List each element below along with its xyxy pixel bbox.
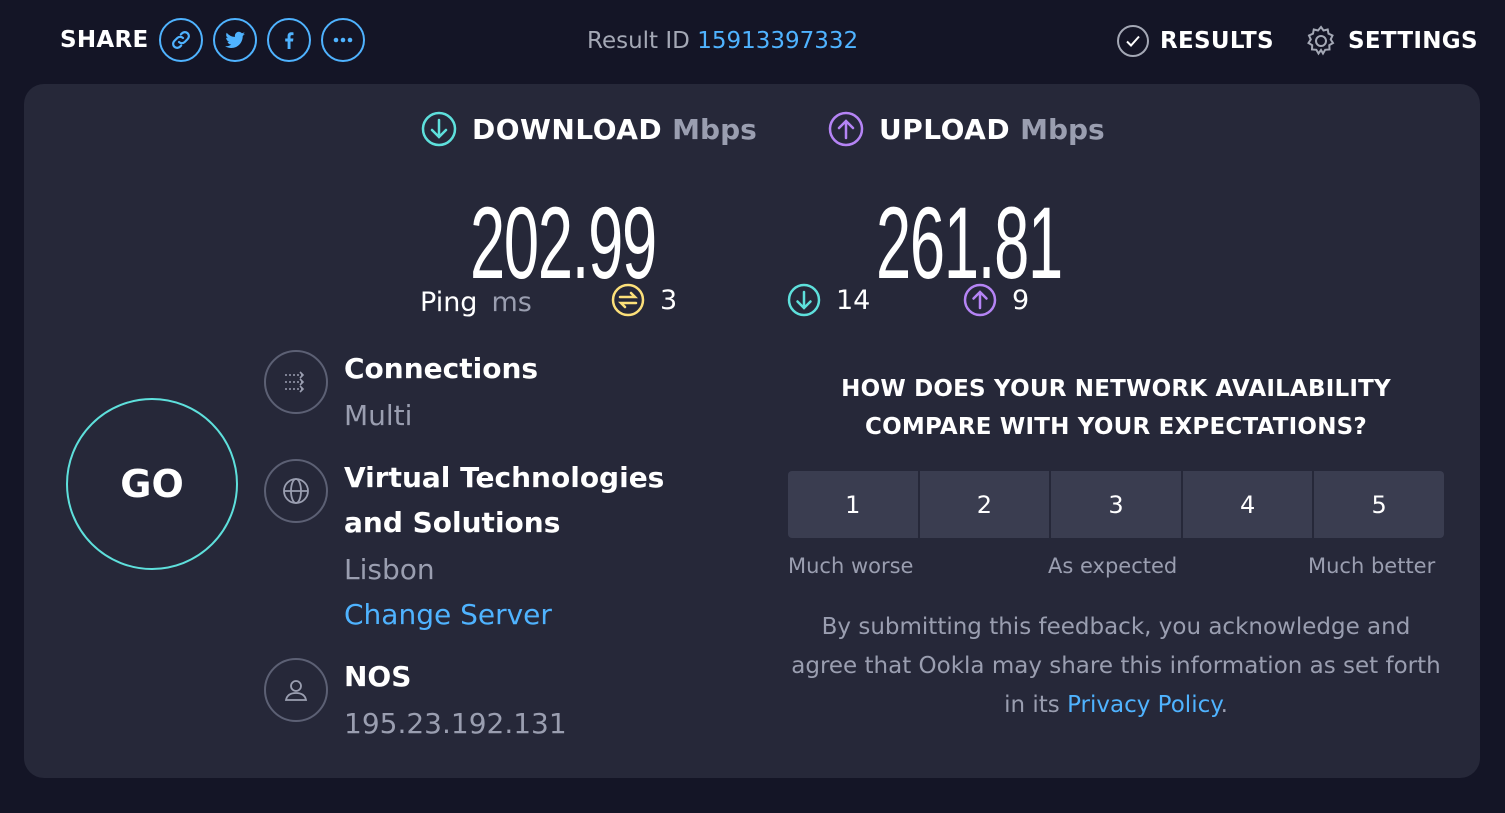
share-label: SHARE — [60, 27, 149, 53]
results-label: RESULTS — [1160, 28, 1274, 54]
share-twitter-button[interactable] — [212, 18, 257, 62]
ping-row: Ping ms — [420, 282, 532, 322]
share-link-button[interactable] — [158, 18, 203, 62]
scale-high-label: Much better — [1308, 554, 1436, 578]
download-unit: Mbps — [672, 112, 757, 146]
disclaimer-end: . — [1220, 692, 1228, 718]
ping-idle-icon — [611, 283, 645, 317]
rating-4-button[interactable]: 4 — [1182, 471, 1313, 538]
results-panel: DOWNLOAD Mbps 202.99 UPLOAD Mbps 261.81 … — [24, 84, 1480, 778]
rating-1-button[interactable]: 1 — [788, 471, 918, 538]
ping-download: 14 — [786, 282, 870, 318]
settings-button[interactable]: SETTINGS — [1304, 24, 1478, 58]
ping-upload-value: 9 — [1012, 284, 1030, 316]
server-icon-wrap — [264, 459, 328, 523]
result-id: Result ID 15913397332 — [587, 28, 858, 54]
isp-name: NOS — [344, 660, 412, 693]
rating-row: 1 2 3 4 5 — [788, 471, 1444, 538]
share-more-button[interactable] — [320, 18, 365, 62]
upload-metric: UPLOAD Mbps — [827, 110, 1105, 148]
upload-label: UPLOAD — [879, 112, 1011, 146]
upload-arrow-icon — [828, 111, 864, 147]
upload-header: UPLOAD Mbps — [827, 110, 1105, 148]
share-facebook-button[interactable] — [266, 18, 311, 62]
scale-low-label: Much worse — [788, 554, 914, 578]
user-icon — [284, 680, 308, 701]
globe-icon — [283, 478, 309, 504]
twitter-icon — [224, 31, 245, 48]
ping-download-value: 14 — [836, 284, 871, 316]
rating-5-button[interactable]: 5 — [1314, 471, 1444, 538]
ping-label: Ping — [420, 286, 478, 318]
isp-ip: 195.23.192.131 — [344, 707, 567, 740]
server-location: Lisbon — [344, 553, 435, 586]
ping-idle: 3 — [610, 282, 677, 318]
download-header: DOWNLOAD Mbps — [420, 110, 757, 148]
go-button[interactable]: GO — [66, 398, 238, 570]
feedback-disclaimer: By submitting this feedback, you acknowl… — [788, 608, 1444, 725]
upload-unit: Mbps — [1020, 112, 1105, 146]
settings-label: SETTINGS — [1348, 28, 1478, 54]
rating-3-button[interactable]: 3 — [1051, 471, 1181, 538]
connections-icon — [285, 371, 305, 393]
download-metric: DOWNLOAD Mbps — [420, 110, 757, 148]
download-label: DOWNLOAD — [472, 112, 663, 146]
check-circle-icon — [1117, 25, 1149, 57]
scale-mid-label: As expected — [1048, 554, 1178, 578]
result-id-label: Result ID — [587, 28, 690, 54]
more-icon — [333, 37, 352, 43]
top-bar: SHARE Result ID 15913397332 RESULTS SETT… — [0, 0, 1505, 84]
facebook-icon — [284, 32, 294, 49]
ping-upload: 9 — [962, 282, 1029, 318]
connections-icon-wrap — [264, 350, 328, 414]
results-button[interactable]: RESULTS — [1116, 24, 1274, 58]
ping-unit: ms — [491, 286, 532, 318]
link-icon — [171, 31, 190, 49]
ping-idle-value: 3 — [660, 284, 678, 316]
isp-icon-wrap — [264, 658, 328, 722]
gear-icon — [1307, 25, 1335, 56]
change-server-link[interactable]: Change Server — [344, 598, 552, 631]
rating-2-button[interactable]: 2 — [919, 471, 1050, 538]
download-arrow-icon — [421, 111, 457, 147]
connections-value: Multi — [344, 399, 413, 432]
ping-upload-icon — [963, 283, 997, 317]
privacy-policy-link[interactable]: Privacy Policy — [1067, 692, 1220, 718]
share-bar: SHARE — [60, 18, 375, 62]
result-id-link[interactable]: 15913397332 — [697, 28, 858, 54]
connections-title: Connections — [344, 352, 539, 385]
survey-question: HOW DOES YOUR NETWORK AVAILABILITY COMPA… — [841, 376, 1391, 440]
server-name: Virtual Technologies and Solutions — [344, 461, 665, 539]
ping-download-icon — [787, 283, 821, 317]
